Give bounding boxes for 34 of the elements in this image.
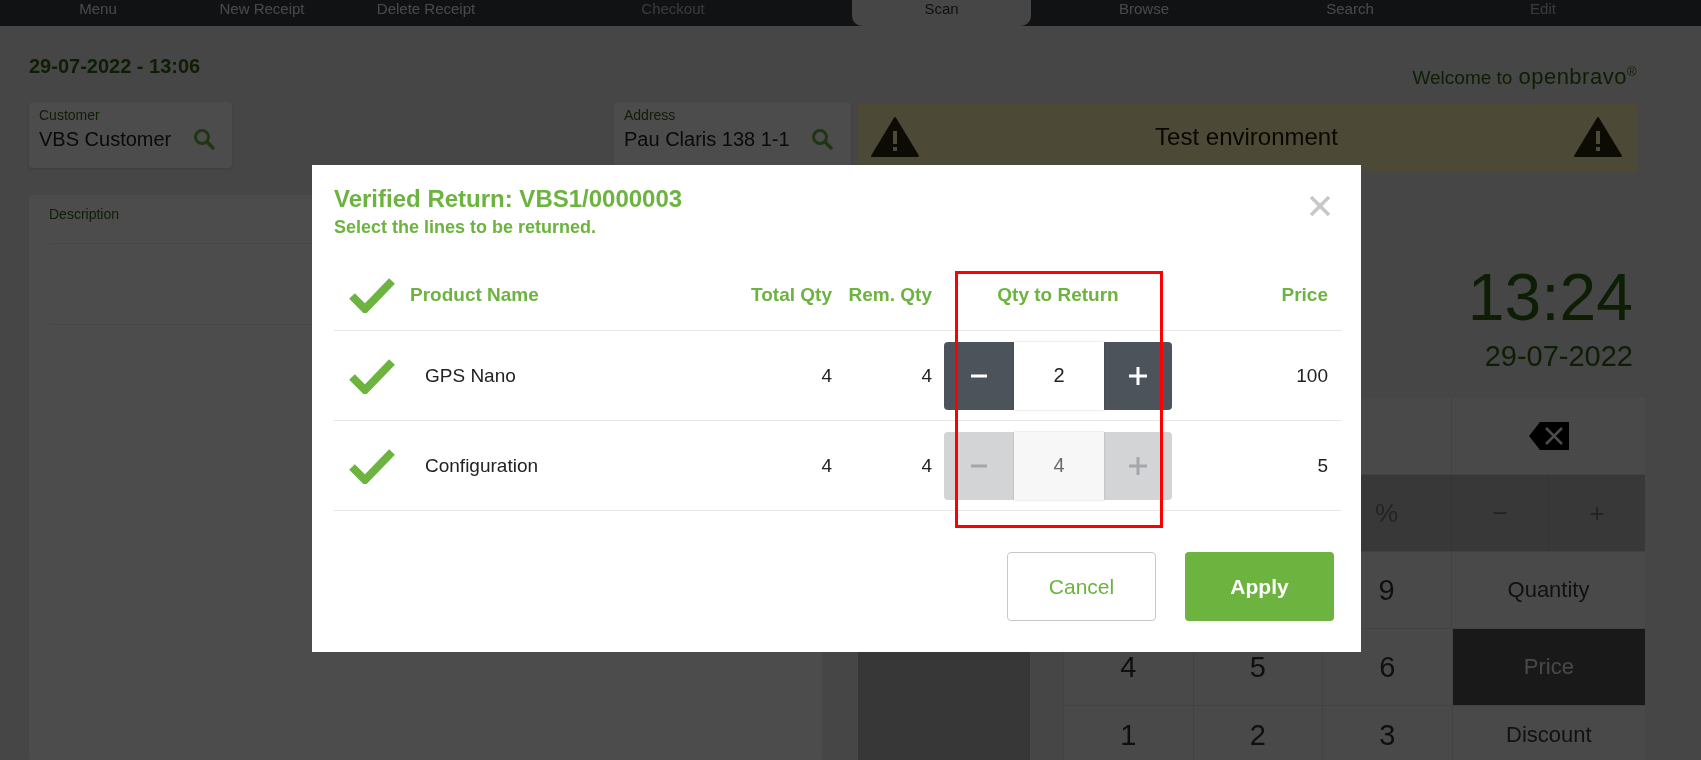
- dialog-title: Verified Return: VBS1/0000003: [334, 184, 683, 214]
- welcome-text: Welcome to: [1412, 66, 1513, 91]
- minus-icon: [971, 373, 987, 378]
- logo: openbravo$^{®}$: [1518, 63, 1637, 90]
- column-header: Price: [1281, 284, 1328, 306]
- table-cell: 5: [1317, 454, 1328, 477]
- clock-time: 13:24: [1467, 261, 1633, 334]
- quantity-field[interactable]: 2: [1014, 341, 1104, 410]
- close-icon: [1309, 195, 1331, 217]
- table-cell: 4: [821, 364, 832, 387]
- checkbox[interactable]: [349, 277, 395, 313]
- cancel-button[interactable]: Cancel: [1007, 552, 1156, 621]
- plus-icon: [1129, 366, 1147, 385]
- table-cell: GPS Nano: [425, 364, 516, 387]
- table-cell: Configuration: [425, 454, 539, 477]
- table-cell: 4: [821, 454, 832, 477]
- apply-button[interactable]: Apply: [1185, 552, 1334, 621]
- checkbox[interactable]: [349, 447, 395, 484]
- banner-text: Test environment: [1155, 123, 1338, 152]
- checkbox[interactable]: [349, 357, 395, 394]
- description-label: Description: [49, 205, 120, 223]
- quantity-field[interactable]: 4: [1014, 431, 1104, 500]
- column-header: Total Qty: [751, 284, 832, 306]
- column-header: Qty to Return: [997, 284, 1119, 306]
- column-header: Rem. Qty: [848, 284, 932, 306]
- receipt-date: 29-07-2022 - 13:06: [29, 54, 201, 79]
- minus-icon: [971, 463, 987, 468]
- plus-icon: [1129, 456, 1147, 475]
- column-header: Product Name: [410, 284, 539, 306]
- table-cell: 100: [1296, 364, 1328, 387]
- clock-date: 29-07-2022: [1484, 339, 1633, 374]
- table-cell: 4: [921, 364, 932, 387]
- table-cell: 4: [921, 454, 932, 477]
- dialog-subtitle: Select the lines to be returned.: [334, 216, 598, 239]
